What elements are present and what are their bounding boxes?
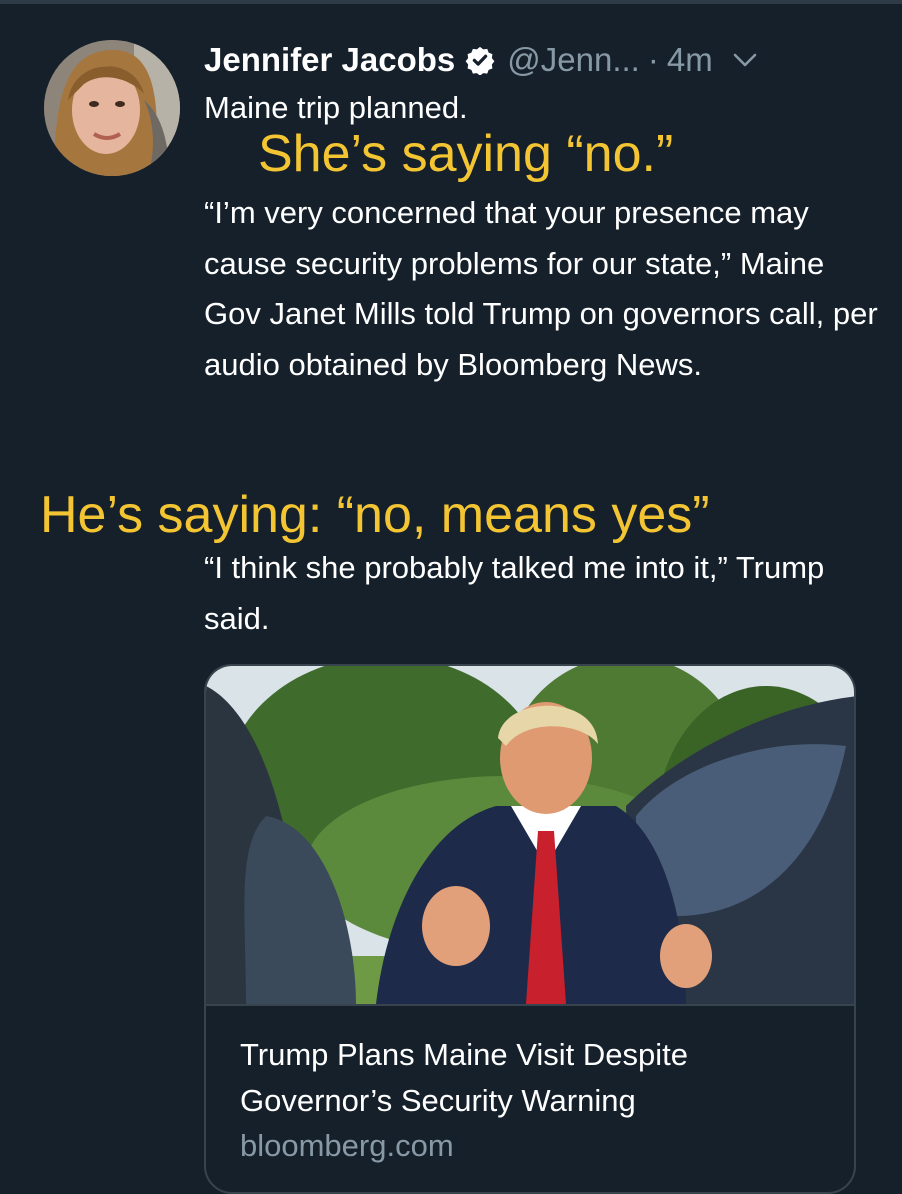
tweet-trump-quote: “I think she probably talked me into it,…: [204, 550, 825, 636]
link-preview-card[interactable]: Trump Plans Maine Visit Despite Governor…: [204, 664, 856, 1194]
annotation-overlay-first: She’s saying “no.”: [258, 125, 674, 183]
chevron-down-icon[interactable]: [731, 50, 759, 70]
card-domain: bloomberg.com: [240, 1128, 454, 1163]
card-title[interactable]: Trump Plans Maine Visit Despite Governor…: [240, 1032, 830, 1124]
card-image: [206, 666, 854, 1006]
top-divider: [0, 0, 902, 4]
tweet-quote-text: “I’m very concerned that your presence m…: [204, 195, 878, 382]
annotation-overlay-second: He’s saying: “no, means yes”: [40, 486, 710, 544]
separator-dot: ·: [647, 41, 659, 78]
tweet-header: Jennifer Jacobs @Jenn... · 4m: [204, 38, 759, 82]
card-photo: [206, 666, 854, 1004]
author-handle[interactable]: @Jenn...: [507, 41, 640, 79]
timestamp[interactable]: 4m: [667, 41, 713, 79]
verified-badge-icon: [465, 45, 495, 75]
author-name[interactable]: Jennifer Jacobs: [204, 41, 455, 79]
avatar[interactable]: [44, 40, 180, 176]
avatar-image: [44, 40, 180, 176]
